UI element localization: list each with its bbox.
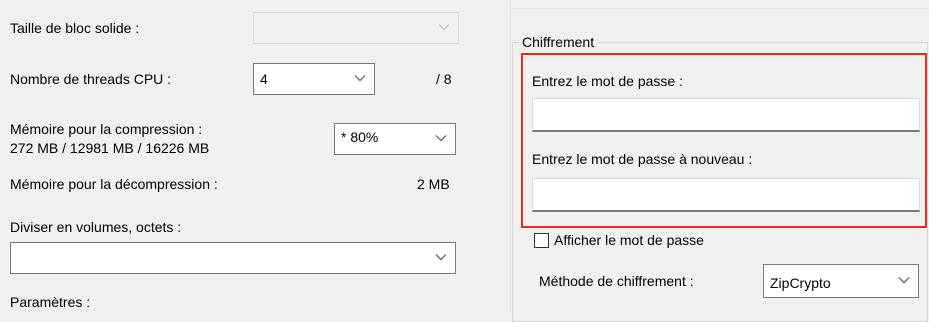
split-volumes-combobox[interactable] [10, 242, 456, 274]
chevron-down-icon [435, 135, 447, 142]
password-input[interactable] [532, 98, 920, 132]
compression-memory-select-value: * 80% [341, 129, 379, 145]
split-volumes-label: Diviser en volumes, octets : [10, 219, 182, 235]
chevron-down-icon [354, 75, 366, 82]
show-password-label[interactable]: Afficher le mot de passe [554, 231, 704, 249]
compression-memory-values: 272 MB / 12981 MB / 16226 MB [10, 140, 210, 156]
decompression-memory-label: Mémoire pour la décompression : [10, 176, 218, 192]
cpu-threads-label: Nombre de threads CPU : [10, 71, 172, 87]
encryption-method-label: Méthode de chiffrement : [539, 273, 694, 289]
solid-block-size-select[interactable] [253, 12, 459, 44]
decompression-memory-value: 2 MB [417, 176, 450, 192]
parameters-label: Paramètres : [10, 294, 91, 310]
chevron-down-icon [435, 254, 447, 261]
chevron-down-icon [898, 277, 910, 284]
encryption-method-value: ZipCrypto [770, 275, 831, 291]
cpu-threads-total: / 8 [436, 71, 452, 87]
chevron-down-icon [438, 24, 450, 31]
panel-divider [510, 0, 511, 312]
show-password-checkbox[interactable] [534, 233, 549, 248]
cpu-threads-value: 4 [260, 71, 268, 87]
encryption-group-title: Chiffrement [519, 33, 598, 51]
password-confirm-label: Entrez le mot de passe à nouveau : [532, 151, 753, 167]
cpu-threads-select[interactable]: 4 [253, 63, 375, 95]
password-confirm-input[interactable] [532, 178, 920, 212]
top-frame-edge [510, 8, 929, 9]
password-label: Entrez le mot de passe : [532, 73, 683, 89]
encryption-method-select[interactable]: ZipCrypto [763, 264, 919, 298]
compression-memory-label: Mémoire pour la compression : [10, 121, 203, 137]
solid-block-size-label: Taille de bloc solide : [10, 20, 140, 36]
left-panel: Taille de bloc solide : Nombre de thread… [0, 0, 480, 312]
compression-memory-select[interactable]: * 80% [334, 123, 456, 155]
